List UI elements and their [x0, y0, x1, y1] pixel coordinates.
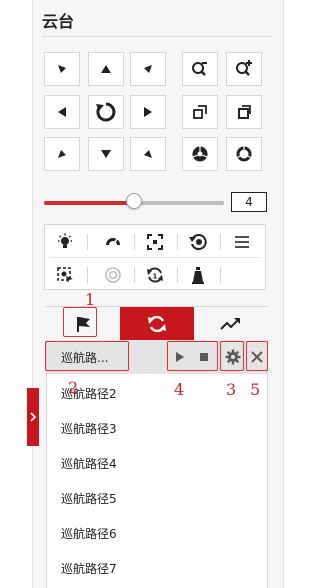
zoom-in-icon	[236, 60, 252, 76]
collapse-panel-button[interactable]	[27, 388, 39, 446]
focus-far-button[interactable]	[226, 95, 262, 129]
annotation-number-2: 2	[68, 378, 79, 397]
menu-button[interactable]	[227, 229, 257, 255]
speed-slider-thumb[interactable]	[126, 193, 142, 209]
preset-flag-icon	[77, 317, 90, 332]
arrow-down-left-icon	[58, 150, 66, 158]
focus-far-icon	[238, 105, 251, 119]
zoom-in-button[interactable]	[226, 52, 262, 86]
annotation-number-3: 3	[226, 380, 237, 399]
iris-open-button[interactable]	[226, 137, 262, 171]
stop-icon	[200, 353, 208, 361]
light-icon	[58, 233, 72, 248]
list-item[interactable]: 巡航路...	[47, 340, 267, 374]
pan-right-button[interactable]	[130, 95, 166, 129]
annotation-number-4: 4	[174, 380, 185, 399]
delete-button[interactable]	[249, 348, 265, 366]
arrow-up-left-icon	[58, 65, 66, 73]
iris-close-button[interactable]	[182, 137, 218, 171]
panel-title: 云台	[42, 12, 75, 31]
close-icon	[251, 351, 263, 363]
annotation-number-1: 1	[85, 290, 96, 309]
manual-track-icon	[57, 267, 73, 283]
function-separator	[220, 234, 221, 250]
zoom-out-button[interactable]	[182, 52, 218, 86]
iris-open-icon	[236, 146, 252, 162]
rotate-icon	[96, 102, 116, 122]
wiper-button[interactable]	[98, 229, 128, 255]
one-touch-button[interactable]	[183, 262, 213, 288]
patrol-name: 巡航路径6	[61, 526, 117, 541]
patrol-icon	[148, 315, 166, 333]
list-item[interactable]: 巡航路径7	[47, 551, 267, 585]
park-icon: 1	[147, 267, 163, 283]
arrow-up-right-icon	[144, 65, 152, 73]
patrol-list: 巡航路... 巡航路径2 巡航路径3 巡航路径4 巡航路径5 巡航路径6 巡航路…	[46, 340, 268, 588]
manual-track-button[interactable]	[50, 262, 80, 288]
arrow-left-icon	[58, 107, 66, 117]
patrol-name: 巡航路径4	[61, 456, 117, 471]
function-separator	[134, 267, 135, 283]
pan-up-left-button[interactable]	[44, 52, 80, 86]
park-button[interactable]: 1	[140, 262, 170, 288]
iris-close-icon	[192, 146, 208, 162]
one-touch-icon	[192, 267, 204, 284]
speed-value[interactable]: 4	[231, 192, 267, 212]
gear-icon	[225, 349, 241, 365]
list-item[interactable]: 巡航路径4	[47, 446, 267, 480]
menu-icon	[235, 236, 249, 248]
zoom-3d-icon	[105, 267, 121, 283]
zoom-3d-button[interactable]	[98, 262, 128, 288]
pan-down-button[interactable]	[88, 137, 124, 171]
aux-focus-icon	[147, 234, 163, 250]
tab-preset[interactable]	[46, 307, 120, 341]
lens-init-button[interactable]	[183, 229, 213, 255]
pan-up-button[interactable]	[88, 52, 124, 86]
function-separator	[177, 234, 178, 250]
function-separator	[87, 234, 88, 250]
chevron-right-icon	[30, 412, 36, 422]
arrow-right-icon	[144, 107, 152, 117]
title-divider	[42, 36, 272, 37]
pan-down-left-button[interactable]	[44, 137, 80, 171]
function-separator	[134, 234, 135, 250]
function-divider	[50, 257, 260, 258]
list-item[interactable]: 巡航路径5	[47, 481, 267, 515]
aux-focus-button[interactable]	[140, 229, 170, 255]
arrow-down-icon	[101, 150, 111, 158]
pan-down-right-button[interactable]	[130, 137, 166, 171]
tab-patrol[interactable]	[120, 307, 194, 341]
focus-near-button[interactable]	[182, 95, 218, 129]
patrol-name: 巡航路径3	[61, 421, 117, 436]
pan-left-button[interactable]	[44, 95, 80, 129]
list-item[interactable]: 巡航路径6	[47, 516, 267, 550]
list-item[interactable]: 巡航路径3	[47, 411, 267, 445]
pan-up-right-button[interactable]	[130, 52, 166, 86]
auto-scan-button[interactable]	[88, 95, 124, 129]
light-button[interactable]	[50, 229, 80, 255]
focus-near-icon	[193, 105, 207, 119]
play-icon	[176, 352, 184, 362]
pattern-icon	[220, 318, 240, 330]
tab-pattern[interactable]	[194, 307, 268, 341]
ptz-tabs	[46, 306, 268, 341]
function-separator	[87, 267, 88, 283]
patrol-name: 巡航路径7	[61, 561, 117, 576]
arrow-down-right-icon	[144, 150, 152, 158]
zoom-out-icon	[192, 62, 207, 76]
function-separator	[220, 267, 221, 283]
function-separator	[177, 267, 178, 283]
arrow-up-icon	[101, 65, 111, 73]
annotation-number-5: 5	[250, 380, 261, 399]
patrol-name: 巡航路径5	[61, 491, 117, 506]
wiper-icon	[106, 238, 120, 246]
speed-slider-fill	[44, 201, 134, 205]
settings-button[interactable]	[224, 347, 242, 367]
lens-init-icon	[189, 234, 207, 251]
patrol-name: 巡航路...	[61, 350, 109, 365]
play-button[interactable]	[173, 349, 187, 365]
svg-text:1: 1	[153, 273, 158, 281]
stop-button[interactable]	[197, 349, 211, 365]
